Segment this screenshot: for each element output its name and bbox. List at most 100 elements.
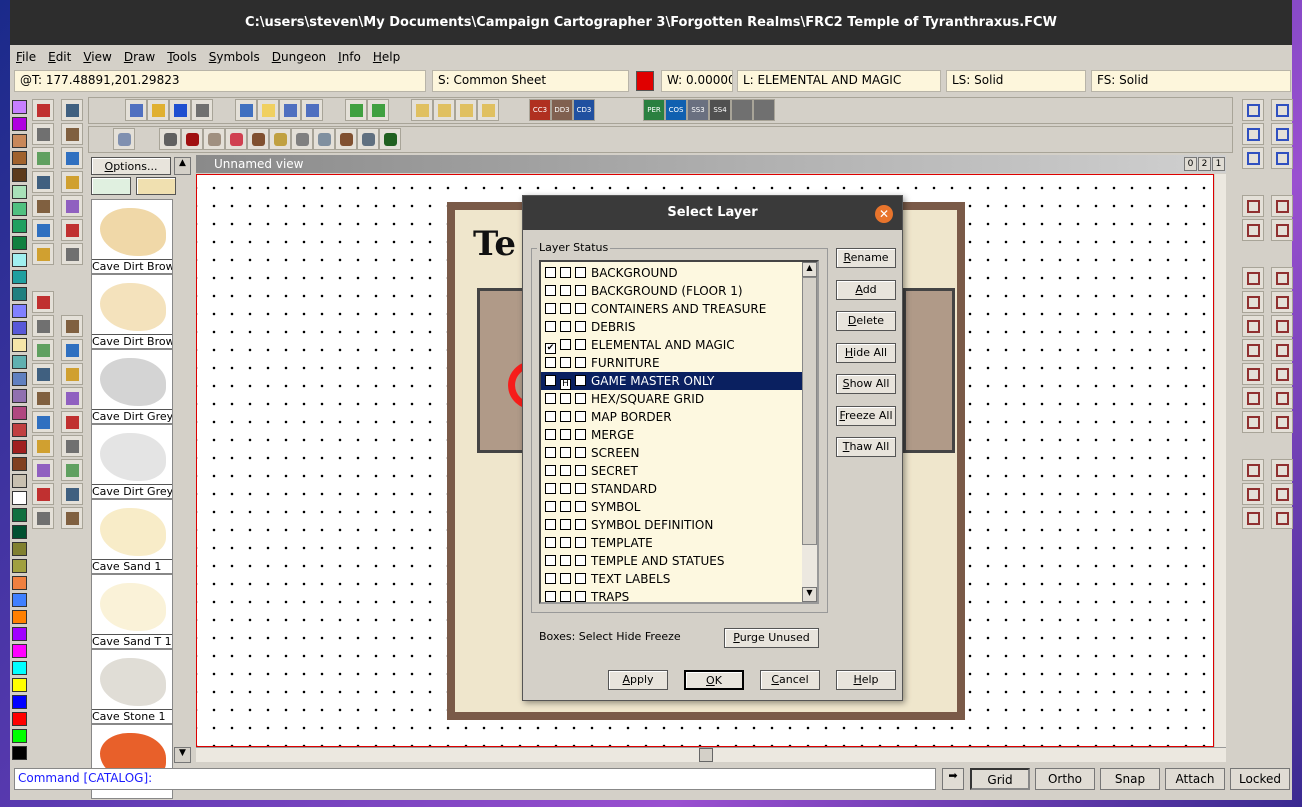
menu-symbols[interactable]: Symbols (203, 50, 266, 64)
layer-row[interactable]: MERGE (541, 426, 805, 444)
tool-button[interactable] (1242, 147, 1264, 169)
select-checkbox[interactable] (545, 573, 556, 584)
freeze-checkbox[interactable] (575, 267, 586, 278)
view-button[interactable]: 0 (1184, 157, 1197, 171)
select-checkbox[interactable] (545, 483, 556, 494)
fill-style-field[interactable]: FS: Solid (1091, 70, 1291, 92)
hide-checkbox[interactable] (560, 267, 571, 278)
show-all-button[interactable]: Show All (836, 374, 896, 394)
symbol-button[interactable] (357, 128, 379, 150)
tool-button[interactable] (1271, 483, 1293, 505)
product-button[interactable]: COS (665, 99, 687, 121)
freeze-checkbox[interactable] (575, 357, 586, 368)
freeze-checkbox[interactable] (575, 285, 586, 296)
select-checkbox[interactable] (545, 303, 556, 314)
layer-row[interactable]: CONTAINERS AND TREASURE (541, 300, 805, 318)
snap-toggle[interactable]: Snap (1100, 768, 1160, 790)
select-checkbox[interactable] (545, 591, 556, 602)
freeze-checkbox[interactable] (575, 537, 586, 548)
freeze-checkbox[interactable] (575, 321, 586, 332)
product-button[interactable] (753, 99, 775, 121)
symbol-button[interactable] (269, 128, 291, 150)
freeze-checkbox[interactable] (575, 447, 586, 458)
freeze-checkbox[interactable] (575, 465, 586, 476)
hide-checkbox[interactable] (560, 519, 571, 530)
ok-button[interactable]: OK (684, 670, 744, 690)
layer-field[interactable]: L: ELEMENTAL AND MAGIC (737, 70, 941, 92)
hide-checkbox[interactable] (560, 429, 571, 440)
symbol-button[interactable] (335, 128, 357, 150)
tool-button[interactable] (32, 507, 54, 529)
horizontal-scrollbar[interactable] (196, 747, 1226, 762)
symbol-button[interactable] (203, 128, 225, 150)
toolbar-button[interactable] (191, 99, 213, 121)
grid-toggle[interactable]: Grid (970, 768, 1030, 790)
command-line[interactable]: Command [CATALOG]: (14, 768, 936, 790)
symbol-button[interactable] (247, 128, 269, 150)
delete-button[interactable]: Delete (836, 311, 896, 331)
tool-button[interactable] (1242, 123, 1264, 145)
layer-row[interactable]: TEMPLATE (541, 534, 805, 552)
palette-color[interactable] (12, 236, 27, 250)
layer-row[interactable]: STANDARD (541, 480, 805, 498)
tool-button[interactable] (1271, 315, 1293, 337)
palette-color[interactable] (12, 270, 27, 284)
palette-color[interactable] (12, 610, 27, 624)
freeze-checkbox[interactable] (575, 303, 586, 314)
tool-button[interactable] (32, 387, 54, 409)
menu-draw[interactable]: Draw (118, 50, 161, 64)
palette-color[interactable] (12, 576, 27, 590)
hide-checkbox[interactable] (560, 411, 571, 422)
hide-checkbox[interactable] (560, 339, 571, 350)
layer-row[interactable]: SCREEN (541, 444, 805, 462)
palette-color[interactable] (12, 695, 27, 709)
palette-color[interactable] (12, 542, 27, 556)
tool-button[interactable] (1271, 99, 1293, 121)
hide-checkbox[interactable] (560, 321, 571, 332)
layer-row[interactable]: SYMBOL DEFINITION (541, 516, 805, 534)
menu-help[interactable]: Help (367, 50, 406, 64)
vertical-scrollbar[interactable] (1215, 174, 1226, 747)
symbol-button[interactable] (313, 128, 335, 150)
palette-color[interactable] (12, 627, 27, 641)
select-checkbox[interactable] (545, 429, 556, 440)
layer-row[interactable]: SYMBOL (541, 498, 805, 516)
view-button[interactable]: 2 (1198, 157, 1211, 171)
select-checkbox[interactable] (545, 321, 556, 332)
tool-button[interactable] (1271, 195, 1293, 217)
palette-color[interactable] (12, 593, 27, 607)
hide-checkbox[interactable] (560, 393, 571, 404)
layer-row[interactable]: ✔ ELEMENTAL AND MAGIC (541, 336, 805, 354)
tool-button[interactable] (1271, 411, 1293, 433)
product-button[interactable]: CC3 (529, 99, 551, 121)
tool-button[interactable] (61, 99, 83, 121)
toolbar-button[interactable] (279, 99, 301, 121)
palette-color[interactable] (12, 185, 27, 199)
palette-color[interactable] (12, 202, 27, 216)
layer-row[interactable]: H GAME MASTER ONLY (541, 372, 805, 390)
product-button[interactable]: PER (643, 99, 665, 121)
toolbar-button[interactable] (411, 99, 433, 121)
view-button[interactable]: 1 (1212, 157, 1225, 171)
select-checkbox[interactable] (545, 465, 556, 476)
tool-button[interactable] (32, 339, 54, 361)
tool-button[interactable] (61, 195, 83, 217)
tool-button[interactable] (61, 363, 83, 385)
scroll-up-icon[interactable]: ▲ (174, 157, 191, 175)
tool-button[interactable] (32, 99, 54, 121)
menu-tools[interactable]: Tools (161, 50, 203, 64)
catalog-open-button[interactable] (136, 177, 176, 195)
freeze-checkbox[interactable] (575, 501, 586, 512)
palette-color[interactable] (12, 712, 27, 726)
layer-row[interactable]: DEBRIS (541, 318, 805, 336)
tool-button[interactable] (1242, 339, 1264, 361)
help-button[interactable]: Help (836, 670, 896, 690)
scroll-down-icon[interactable]: ▼ (174, 747, 191, 763)
tool-button[interactable] (1271, 123, 1293, 145)
palette-color[interactable] (12, 134, 27, 148)
apply-button[interactable]: Apply (608, 670, 668, 690)
hide-checkbox[interactable] (560, 285, 571, 296)
layer-row[interactable]: MAP BORDER (541, 408, 805, 426)
menu-edit[interactable]: Edit (42, 50, 77, 64)
palette-color[interactable] (12, 168, 27, 182)
